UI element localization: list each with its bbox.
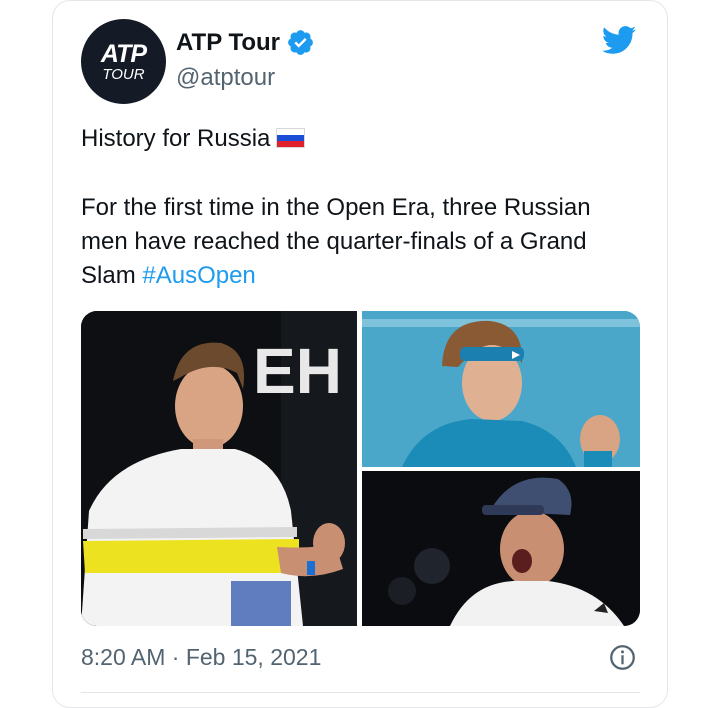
- verified-badge-icon: [288, 30, 313, 55]
- photo-illustration-left: EH: [81, 311, 357, 626]
- avatar-logo-subtext: TOUR: [102, 65, 145, 83]
- media-photo-rublev[interactable]: [362, 311, 640, 467]
- avatar-logo-text: ATP: [100, 39, 147, 68]
- tweet-text-line-3: men have reached the quarter-finals of a…: [81, 228, 587, 255]
- tweet-text-line-4: Slam #AusOpen: [81, 259, 256, 293]
- tweet-text-slam: Slam: [81, 262, 143, 289]
- tweet-text-line-2: For the first time in the Open Era, thre…: [81, 194, 591, 221]
- russia-flag-icon: [276, 128, 306, 148]
- photo-illustration-bottom-right: [362, 471, 640, 626]
- media-background-text: EH: [253, 335, 342, 407]
- author-display-name[interactable]: ATP Tour: [176, 29, 280, 57]
- author-name-row[interactable]: ATP Tour: [176, 28, 315, 57]
- footer-divider: [81, 692, 640, 693]
- tweet-text-line-1: History for Russia: [81, 122, 306, 156]
- info-icon[interactable]: [609, 644, 636, 671]
- author-handle[interactable]: @atptour: [176, 64, 275, 92]
- media-photo-karatsev[interactable]: [362, 471, 640, 626]
- media-photo-medvedev[interactable]: EH: [81, 311, 357, 626]
- tweet-text-history: History for Russia: [81, 125, 271, 152]
- photo-illustration-top-right: [362, 311, 640, 467]
- hashtag-link[interactable]: #AusOpen: [142, 262, 255, 289]
- avatar[interactable]: ATP TOUR: [81, 19, 166, 104]
- tweet-media-grid[interactable]: EH: [81, 311, 640, 626]
- tweet-timestamp[interactable]: 8:20 AM · Feb 15, 2021: [81, 644, 321, 671]
- twitter-bird-icon[interactable]: [598, 22, 639, 58]
